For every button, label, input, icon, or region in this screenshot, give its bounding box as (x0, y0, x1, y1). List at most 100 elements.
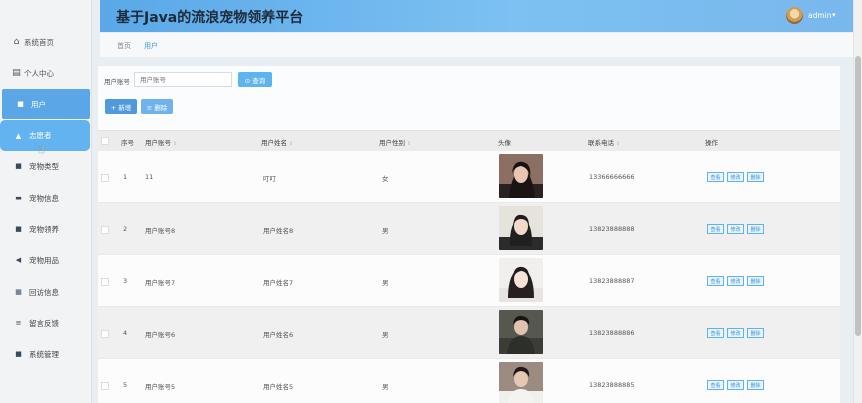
sidebar-item-label: 系统首页 (24, 37, 54, 47)
sidebar-item-revisit[interactable]: ▦ 回访信息 (0, 277, 92, 307)
row-checkbox[interactable] (101, 174, 109, 182)
main-panel: 用户账号 ⊙ 查询 + 新增 ≡ 删除 序号 用户账号⇕ 用户姓名⇕ 用户性别⇕… (98, 66, 840, 403)
sort-icon[interactable]: ⇕ (289, 141, 293, 147)
grid-icon: ■ (15, 350, 22, 358)
hand-cursor-icon: ☝ (38, 143, 45, 156)
sort-icon[interactable]: ⇕ (616, 141, 620, 147)
cell-name: 叮叮 (263, 175, 276, 183)
grid-icon: ■ (17, 100, 24, 108)
sidebar-item-system[interactable]: ■ 系统管理 (0, 339, 92, 369)
table-icon: ▦ (15, 288, 22, 296)
sidebar: ⌂ 系统首页 ▤ 个人中心 ■ 用户 ▲ 志愿者 ■ 宠物类型 ▬ 宠物信息 ■ 宠物领养 ◀… (0, 0, 92, 403)
add-button[interactable]: + 新增 (105, 99, 137, 114)
cell-phone: 13823888888 (589, 225, 635, 233)
cell-index: 2 (123, 225, 128, 233)
grid-icon: ■ (15, 162, 22, 170)
edit-button[interactable]: 修改 (727, 172, 744, 182)
table-header: 序号 用户账号 ⇕ 用户姓名 ⇕ 用户性别 ⇕ 头像 联系电话 ⇕ 操作 (98, 130, 840, 151)
row-delete-button[interactable]: 删除 (747, 380, 764, 390)
view-button[interactable]: 查看 (707, 380, 724, 390)
select-all-checkbox[interactable] (101, 137, 109, 145)
cell-account: 用户账号8 (145, 227, 176, 235)
col-account[interactable]: 用户账号 ⇕ (145, 137, 177, 147)
avatar-photo (499, 362, 543, 403)
chevron-down-icon[interactable]: ▾ (832, 11, 836, 19)
sidebar-item-pet-type[interactable]: ■ 宠物类型 (0, 151, 92, 181)
sidebar-item-volunteer[interactable]: ▲ 志愿者 (0, 120, 90, 151)
col-ops: 操作 (705, 139, 718, 147)
cell-account: 用户账号5 (145, 383, 176, 391)
col-gender[interactable]: 用户性别 ⇕ (379, 137, 411, 147)
table-row[interactable]: 2 用户账号8 用户姓名8 男 13823888888 查看 修改 删除 (98, 203, 840, 255)
sort-icon[interactable]: ⇕ (173, 141, 177, 147)
edit-button[interactable]: 修改 (727, 276, 744, 286)
cell-account: 用户账号6 (145, 331, 176, 339)
cell-name: 用户姓名5 (263, 383, 294, 391)
row-checkbox[interactable] (101, 330, 109, 338)
view-button[interactable]: 查看 (707, 276, 724, 286)
cell-gender: 男 (382, 383, 389, 391)
row-checkbox[interactable] (101, 226, 109, 234)
view-button[interactable]: 查看 (707, 328, 724, 338)
cell-phone: 13823888887 (589, 277, 635, 285)
sidebar-item-label: 宠物类型 (29, 161, 59, 171)
cell-name: 用户姓名6 (263, 331, 294, 339)
cell-gender: 男 (382, 331, 389, 339)
avatar[interactable] (786, 7, 803, 24)
col-name[interactable]: 用户姓名 ⇕ (261, 137, 293, 147)
avatar-photo (499, 206, 543, 250)
top-header: 基于Java的流浪宠物领养平台 admin ▾ (100, 0, 853, 32)
col-avatar: 头像 (498, 139, 511, 147)
search-input[interactable] (134, 72, 232, 87)
cell-index: 1 (123, 173, 128, 181)
sidebar-item-label: 宠物信息 (29, 193, 59, 203)
user-menu[interactable]: admin (808, 11, 832, 20)
home-icon: ⌂ (13, 37, 20, 47)
edit-button[interactable]: 修改 (727, 328, 744, 338)
view-button[interactable]: 查看 (707, 172, 724, 182)
sidebar-item-users[interactable]: ■ 用户 (2, 89, 90, 119)
search-button[interactable]: ⊙ 查询 (238, 72, 272, 87)
sidebar-item-profile[interactable]: ▤ 个人中心 (0, 58, 92, 88)
delete-button[interactable]: ≡ 删除 (141, 99, 173, 114)
search-label: 用户账号 (104, 78, 130, 86)
sort-icon[interactable]: ⇕ (407, 141, 411, 147)
edit-button[interactable]: 修改 (727, 380, 744, 390)
shopping-icon: ◀ (15, 256, 22, 264)
list-icon: ≡ (15, 319, 22, 327)
sidebar-item-supplies[interactable]: ◀ 宠物用品 (0, 245, 92, 275)
row-delete-button[interactable]: 删除 (747, 328, 764, 338)
row-checkbox[interactable] (101, 278, 109, 286)
sidebar-item-label: 留言反馈 (29, 318, 59, 328)
row-delete-button[interactable]: 删除 (747, 276, 764, 286)
sidebar-item-adoption[interactable]: ■ 宠物领养 (0, 214, 92, 244)
col-phone[interactable]: 联系电话 ⇕ (588, 137, 620, 147)
table-row[interactable]: 5 用户账号5 用户姓名5 男 13823888885 查看 修改 删除 (98, 359, 840, 403)
view-button[interactable]: 查看 (707, 224, 724, 234)
breadcrumb-home[interactable]: 首页 (117, 41, 131, 51)
scrollbar[interactable] (853, 0, 862, 403)
row-checkbox[interactable] (101, 382, 109, 390)
breadcrumb: 首页 用户 (100, 33, 853, 57)
table-row[interactable]: 3 用户账号7 用户姓名7 男 13823888887 查看 修改 删除 (98, 255, 840, 307)
sidebar-item-pet-info[interactable]: ▬ 宠物信息 (0, 183, 92, 213)
col-index: 序号 (121, 139, 134, 147)
sidebar-item-label: 宠物用品 (29, 255, 59, 265)
table-row[interactable]: 4 用户账号6 用户姓名6 男 13823888886 查看 修改 删除 (98, 307, 840, 359)
breadcrumb-current: 用户 (144, 42, 158, 50)
person-icon: ▲ (15, 131, 22, 140)
scrollbar-thumb[interactable] (855, 56, 861, 336)
avatar-photo (499, 310, 543, 354)
sidebar-item-feedback[interactable]: ≡ 留言反馈 (0, 308, 92, 338)
sidebar-item-home[interactable]: ⌂ 系统首页 (0, 27, 92, 57)
page-title: 基于Java的流浪宠物领养平台 (116, 10, 304, 26)
sidebar-item-label: 回访信息 (29, 287, 59, 297)
table-row[interactable]: 1 11 叮叮 女 13366666666 查看 修改 删除 (98, 151, 840, 203)
sidebar-item-label: 个人中心 (24, 68, 54, 78)
row-delete-button[interactable]: 删除 (747, 224, 764, 234)
cell-name: 用户姓名8 (263, 227, 294, 235)
edit-button[interactable]: 修改 (727, 224, 744, 234)
row-delete-button[interactable]: 删除 (747, 172, 764, 182)
cell-gender: 女 (382, 175, 389, 183)
cell-account: 用户账号7 (145, 279, 176, 287)
